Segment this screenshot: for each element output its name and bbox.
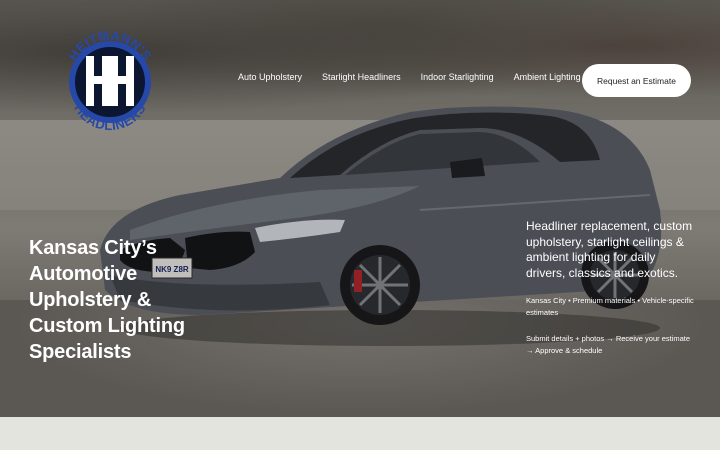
hero-steps: Submit details + photos → Receive your e…: [526, 334, 691, 355]
hero-section: NK9 Z8R HEITMANN'S HEADLINERS Auto Uphol…: [0, 0, 720, 417]
next-section: [0, 417, 720, 450]
main-nav: Auto Upholstery Starlight Headliners Ind…: [238, 72, 581, 82]
hero-meta: Kansas City • Premium materials • Vehicl…: [526, 296, 694, 317]
request-estimate-button[interactable]: Request an Estimate: [582, 64, 691, 97]
nav-starlight-headliners[interactable]: Starlight Headliners: [322, 72, 401, 82]
nav-auto-upholstery[interactable]: Auto Upholstery: [238, 72, 302, 82]
hero-tagline: Headliner replacement, custom upholstery…: [526, 219, 693, 280]
brand-logo[interactable]: HEITMANN'S HEADLINERS: [58, 20, 162, 140]
hero-headline: Kansas City’s Automotive Upholstery & Cu…: [29, 237, 185, 363]
nav-ambient-lighting[interactable]: Ambient Lighting: [514, 72, 581, 82]
hero-details: Headliner replacement, custom upholstery…: [526, 219, 696, 357]
nav-indoor-starlighting[interactable]: Indoor Starlighting: [421, 72, 494, 82]
